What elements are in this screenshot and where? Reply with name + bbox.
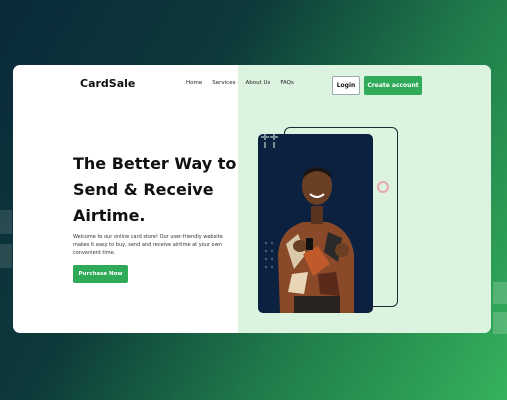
headline-line-1: The Better Way to (73, 154, 237, 173)
website-card: CardSale Home Services About Us FAQs Log… (13, 65, 491, 333)
headline-line-2: Send & Receive (73, 180, 214, 199)
hero-photo (258, 134, 373, 313)
background-decor-left (0, 210, 12, 270)
person-illustration (278, 167, 354, 313)
brand-logo[interactable]: CardSale (80, 77, 135, 90)
background-decor-right (493, 282, 507, 342)
plus-grid-icon (261, 134, 278, 148)
nav-item-services[interactable]: Services (212, 80, 235, 86)
ring-icon (377, 181, 389, 193)
nav-item-about-us[interactable]: About Us (245, 80, 270, 86)
hero-headline: The Better Way to Send & Receive Airtime… (73, 151, 243, 229)
login-button[interactable]: Login (332, 76, 360, 95)
purchase-now-button[interactable]: Purchase Now (73, 265, 128, 283)
hero-description: Welcome to our online card store! Our us… (73, 234, 223, 256)
dot-grid-icon (264, 241, 274, 269)
nav-item-faqs[interactable]: FAQs (280, 80, 294, 86)
create-account-button[interactable]: Create account (364, 76, 422, 95)
main-nav: Home Services About Us FAQs (186, 80, 294, 86)
headline-line-3: Airtime. (73, 206, 146, 225)
nav-item-home[interactable]: Home (186, 80, 202, 86)
